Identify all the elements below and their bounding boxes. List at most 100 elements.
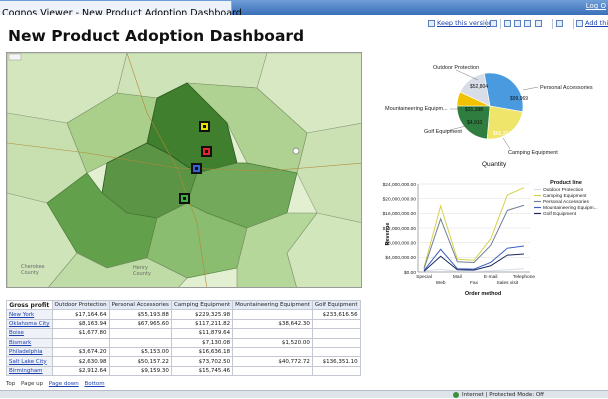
pie-value-label: $31,398 [465,107,483,113]
toolbar-separator [573,19,574,29]
add-icon[interactable] [576,20,583,27]
crosstab-cell: $67,965.60 [108,318,172,330]
x-tick-label: Mail [453,274,462,280]
line-chart-legend: Outdoor ProtectionCamping EquipmentPerso… [534,187,598,217]
series-line[interactable] [423,187,525,268]
crosstab-cell [311,365,361,377]
crosstab-cell [311,318,361,330]
page-up-link[interactable]: Page up [21,381,43,387]
map-marker[interactable] [179,193,190,204]
x-tick-label: Sales visit [497,280,519,286]
pie-value-label: $66,334 [493,131,511,137]
page-title: New Product Adoption Dashboard [8,27,305,45]
crosstab-cell [51,337,110,348]
toolbar-separator [552,19,553,29]
pie-chart[interactable]: Outdoor Protection Personal Accessories … [378,60,606,170]
legend-label: Mountaineering Equipm... [543,205,598,211]
toolbar-separator [486,19,487,29]
email-icon[interactable] [556,20,563,27]
pie-slices [456,72,524,140]
table-row: Bismark $7,130.08 $1,520.00 [6,337,361,348]
line-chart-x-axis-title: Order method [465,291,501,297]
keep-version-icon [428,20,435,27]
map-marker[interactable] [191,163,202,174]
crosstab-row-label[interactable]: Birmingham [6,365,53,377]
line-chart-y-axis-title: Revenue [385,223,391,246]
crosstab-column-header: Personal Accessories [108,299,172,311]
line-chart-x-ticks: Special Web Mail Fax E-mailSales visitTeleph… [416,274,535,286]
crosstab-row-label[interactable]: Oklahoma City [6,318,53,330]
map-marker[interactable] [199,121,210,132]
crosstab-row-label[interactable]: Philadelphia [6,346,53,358]
line-chart-legend-title: Product line [550,180,582,186]
y-tick-label: $20,000,000.00 [383,196,417,202]
crosstab-row-label[interactable]: New York [6,309,53,320]
crosstab-cell [232,328,313,339]
crosstab-cell: $5,153.00 [108,346,172,358]
drill-down-icon[interactable] [504,20,511,27]
status-bar: Internet | Protected Mode: Off [0,390,608,398]
crosstab-cell: $8,163.94 [51,318,110,330]
crosstab-cell: $136,351.10 [311,356,361,367]
crosstab-cell: $16,636.18 [170,346,234,358]
related-links-icon[interactable] [524,20,531,27]
crosstab-cell: $40,772.72 [232,356,313,367]
legend-label: Camping Equipment [543,193,587,199]
pie-label: Personal Accessories [540,85,593,91]
series-line[interactable] [423,204,525,269]
pie-value-label: $4,910 [467,120,483,126]
crosstab-cell: $233,616.56 [311,309,361,320]
crosstab-column-header: Mountaineering Equipment [232,299,313,311]
map-view[interactable]: Cherokee County Henry County [6,52,362,288]
map-place-label: County [133,271,151,277]
y-tick-label: $24,000,000.00 [383,182,417,188]
crosstab-cell: $15,745.46 [170,365,234,377]
crosstab-row-label[interactable]: Salt Lake City [6,356,53,367]
internet-zone-icon [453,392,459,398]
gross-profit-crosstab: Gross profit Outdoor Protection Personal… [6,299,361,377]
table-row: Boise $1,677.80 $11,879.64 [6,328,361,339]
crosstab-cell: $117,211.82 [170,318,234,330]
x-tick-label: Fax [470,280,479,286]
crosstab-cell: $9,159.30 [108,365,172,377]
pie-leader-line [522,86,539,91]
x-tick-label: Special [416,274,432,280]
crosstab-cell: $17,164.64 [51,309,110,320]
keep-version-button[interactable]: Keep this version [437,19,493,27]
pie-leader-line [502,137,511,150]
window-titlebar: Cognos Viewer - New Product Adoption Das… [0,0,608,19]
run-icon[interactable] [490,20,497,27]
top-link[interactable]: Top [6,381,15,387]
pie-value-label: $52,804 [470,84,488,90]
table-row: Salt Lake City $2,630.98 $50,157.22 $73,702… [6,356,361,367]
pie-leader-line [455,69,479,81]
pie-label: Mountaineering Equipm... [385,106,448,112]
crosstab-cell [311,337,361,348]
crosstab-row-label[interactable]: Bismark [6,337,53,348]
pie-label: Camping Equipment [508,150,558,156]
crosstab-cell: $229,325.98 [170,309,234,320]
crosstab-cell: $1,520.00 [232,337,313,348]
logout-link[interactable]: Log O [586,2,606,10]
view-format-icon[interactable] [535,20,542,27]
crosstab-header-row: Gross profit Outdoor Protection Personal… [6,299,361,311]
map-marker[interactable] [201,146,212,157]
table-row: Oklahoma City $8,163.94 $67,965.60 $117,211… [6,318,361,330]
crosstab-column-header: Golf Equipment [311,299,361,311]
drill-up-icon[interactable] [514,20,521,27]
line-chart[interactable]: $0.00 $4,000,000.00 $8,000,000.00 $12,000,0… [380,172,606,298]
toolbar-separator [500,19,501,29]
x-tick-label: Web [436,280,446,286]
crosstab-cell [108,337,172,348]
crosstab-row-label[interactable]: Boise [6,328,53,339]
browser-tab[interactable]: Cognos Viewer - New Product Adoption Das… [0,1,242,19]
crosstab-cell: $2,912.64 [51,365,110,377]
crosstab-cell [108,328,172,339]
crosstab-column-header: Camping Equipment [170,299,234,311]
page-down-link[interactable]: Page down [49,381,79,387]
add-this-report-link[interactable]: Add this r [585,19,608,27]
legend-label: Outdoor Protection [543,187,584,193]
pie-title: Quantity [482,161,507,168]
bottom-link[interactable]: Bottom [84,381,104,387]
crosstab-cell [232,365,313,377]
